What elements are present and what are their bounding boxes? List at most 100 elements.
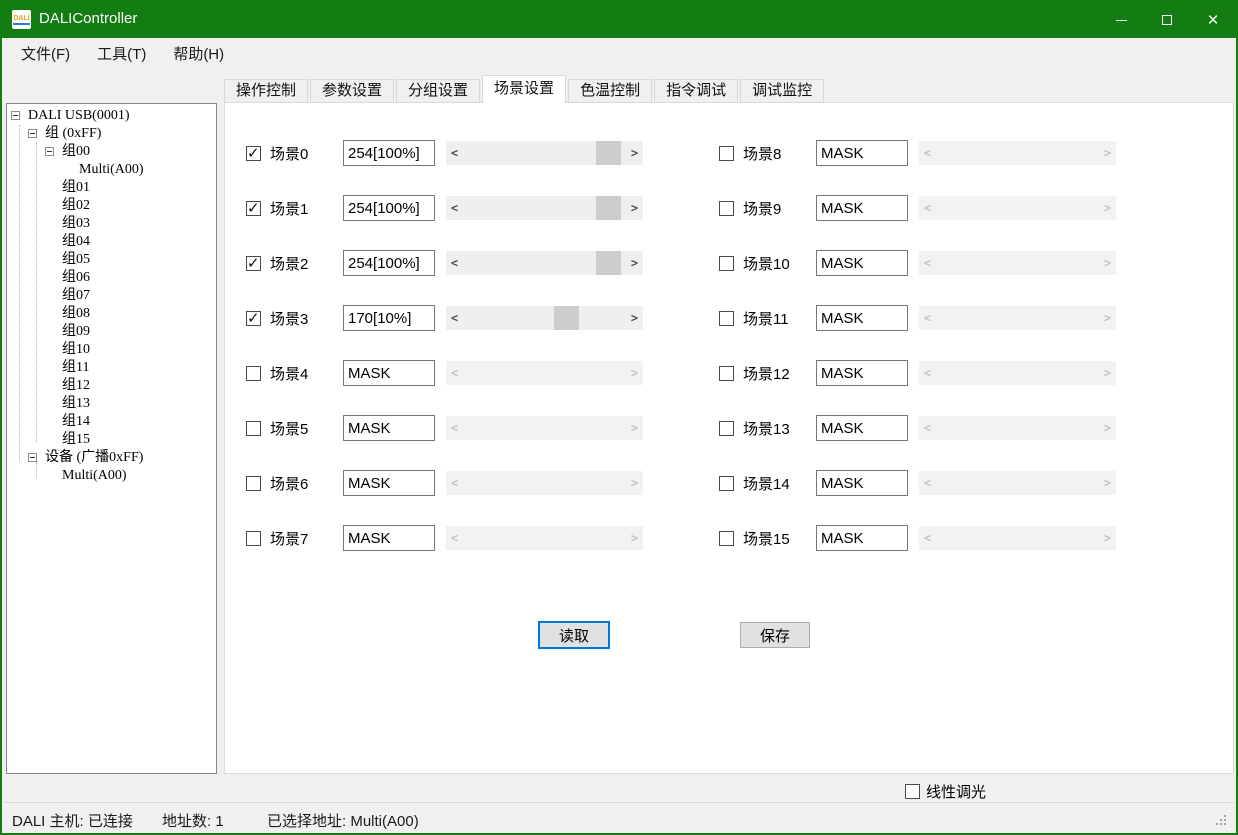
resize-grip[interactable] [1224,823,1226,825]
scene-value-input[interactable] [816,470,908,496]
scene-level-scrollbar[interactable]: < > [919,526,1116,550]
tree-item[interactable]: 组 (0xFF) [7,125,216,143]
scene-value-input[interactable] [343,305,435,331]
scene-level-scrollbar[interactable]: < > [446,141,643,165]
scrollbar-thumb[interactable] [596,251,621,275]
scrollbar-right-arrow-icon[interactable]: > [1099,526,1116,550]
menu-item[interactable]: 文件(F) [10,39,81,68]
tree-item[interactable]: 组07 [7,287,216,305]
scene-value-input[interactable] [343,415,435,441]
scrollbar-left-arrow-icon[interactable]: < [919,141,936,165]
scene-checkbox[interactable] [719,146,734,161]
scene-value-input[interactable] [816,140,908,166]
scene-level-scrollbar[interactable]: < > [919,416,1116,440]
tree-item[interactable]: 组10 [7,341,216,359]
scene-level-scrollbar[interactable]: < > [919,361,1116,385]
scene-level-scrollbar[interactable]: < > [446,251,643,275]
scrollbar-left-arrow-icon[interactable]: < [446,416,463,440]
scrollbar-left-arrow-icon[interactable]: < [919,416,936,440]
scene-checkbox[interactable] [719,421,734,436]
minimize-button[interactable] [1098,2,1144,38]
scrollbar-left-arrow-icon[interactable]: < [919,361,936,385]
scene-value-input[interactable] [816,250,908,276]
scene-level-scrollbar[interactable]: < > [446,526,643,550]
scene-checkbox[interactable] [719,256,734,271]
scrollbar-right-arrow-icon[interactable]: > [1099,141,1116,165]
scrollbar-left-arrow-icon[interactable]: < [919,196,936,220]
scrollbar-left-arrow-icon[interactable]: < [919,306,936,330]
tree-item[interactable]: DALI USB(0001) [7,107,216,125]
tree-item[interactable]: 组03 [7,215,216,233]
tab[interactable]: 分组设置 [396,79,480,103]
tab[interactable]: 操作控制 [224,79,308,103]
close-button[interactable]: × [1190,2,1236,38]
scene-level-scrollbar[interactable]: < > [919,141,1116,165]
scrollbar-right-arrow-icon[interactable]: > [1099,471,1116,495]
scene-level-scrollbar[interactable]: < > [919,251,1116,275]
scene-checkbox[interactable] [246,531,261,546]
scene-value-input[interactable] [816,360,908,386]
tree-item[interactable]: 组11 [7,359,216,377]
scrollbar-right-arrow-icon[interactable]: > [626,196,643,220]
scrollbar-left-arrow-icon[interactable]: < [919,251,936,275]
tree-item[interactable]: 组14 [7,413,216,431]
scene-checkbox[interactable]: ✓ [246,256,261,271]
scene-value-input[interactable] [343,360,435,386]
tree-item[interactable]: 组00 [7,143,216,161]
tree-item[interactable]: 设备 (广播0xFF) [7,449,216,467]
scene-checkbox[interactable]: ✓ [246,311,261,326]
tree-item[interactable]: 组12 [7,377,216,395]
scrollbar-right-arrow-icon[interactable]: > [626,251,643,275]
scene-value-input[interactable] [343,195,435,221]
scrollbar-right-arrow-icon[interactable]: > [626,471,643,495]
scrollbar-right-arrow-icon[interactable]: > [1099,251,1116,275]
save-button[interactable]: 保存 [740,622,810,648]
tree-item[interactable]: 组13 [7,395,216,413]
scene-value-input[interactable] [816,525,908,551]
scrollbar-left-arrow-icon[interactable]: < [919,471,936,495]
scene-checkbox[interactable]: ✓ [246,146,261,161]
scene-checkbox[interactable]: ✓ [246,201,261,216]
scene-level-scrollbar[interactable]: < > [446,306,643,330]
scrollbar-right-arrow-icon[interactable]: > [1099,416,1116,440]
scene-checkbox[interactable] [246,366,261,381]
tree-item[interactable]: 组08 [7,305,216,323]
maximize-button[interactable] [1144,2,1190,38]
scene-checkbox[interactable] [719,311,734,326]
scene-checkbox[interactable] [719,366,734,381]
tree-expander-icon[interactable] [45,147,54,156]
scrollbar-right-arrow-icon[interactable]: > [626,306,643,330]
scene-value-input[interactable] [343,140,435,166]
scene-level-scrollbar[interactable]: < > [446,196,643,220]
scrollbar-right-arrow-icon[interactable]: > [1099,306,1116,330]
scene-value-input[interactable] [343,250,435,276]
tree-item[interactable]: Multi(A00) [7,161,216,179]
tree-item[interactable]: 组05 [7,251,216,269]
menu-item[interactable]: 帮助(H) [162,39,235,68]
tree-expander-icon[interactable] [11,111,20,120]
scrollbar-right-arrow-icon[interactable]: > [626,361,643,385]
scrollbar-left-arrow-icon[interactable]: < [446,526,463,550]
tree-item[interactable]: 组15 [7,431,216,449]
menu-item[interactable]: 工具(T) [86,39,157,68]
scene-value-input[interactable] [343,470,435,496]
tree-expander-icon[interactable] [28,129,37,138]
scrollbar-left-arrow-icon[interactable]: < [446,196,463,220]
scene-checkbox[interactable] [246,476,261,491]
tree-item[interactable]: 组01 [7,179,216,197]
scrollbar-left-arrow-icon[interactable]: < [446,471,463,495]
scene-value-input[interactable] [816,415,908,441]
tab[interactable]: 指令调试 [654,79,738,103]
scene-level-scrollbar[interactable]: < > [919,306,1116,330]
scene-level-scrollbar[interactable]: < > [919,471,1116,495]
tree-item[interactable]: 组04 [7,233,216,251]
scene-value-input[interactable] [816,305,908,331]
scrollbar-right-arrow-icon[interactable]: > [1099,196,1116,220]
tab[interactable]: 调试监控 [740,79,824,103]
scene-value-input[interactable] [343,525,435,551]
scene-level-scrollbar[interactable]: < > [446,416,643,440]
tree-expander-icon[interactable] [28,453,37,462]
tree-item[interactable]: Multi(A00) [7,467,216,485]
scrollbar-left-arrow-icon[interactable]: < [446,361,463,385]
scrollbar-left-arrow-icon[interactable]: < [446,141,463,165]
